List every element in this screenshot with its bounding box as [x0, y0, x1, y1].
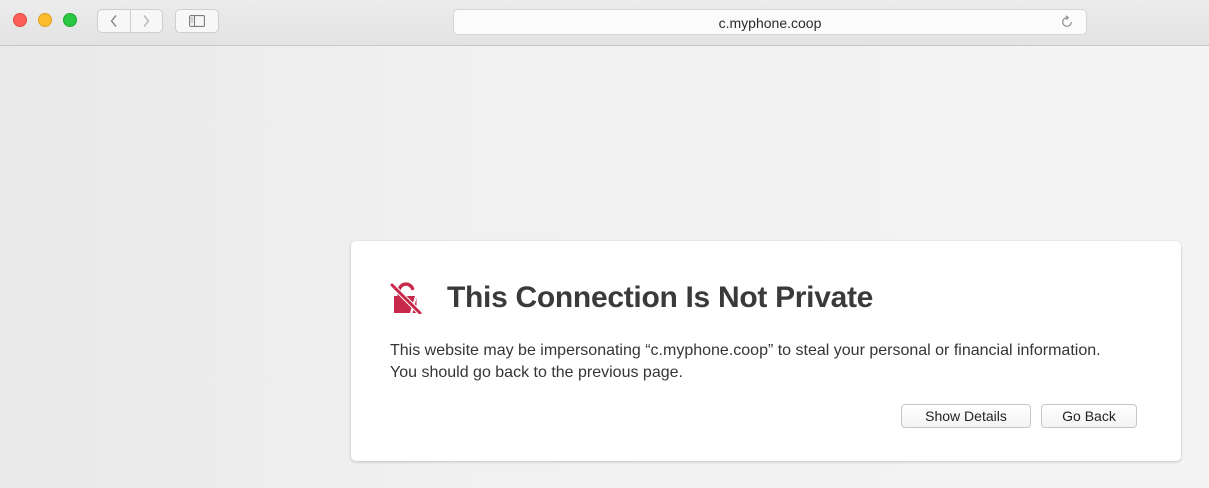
address-url[interactable]: c.myphone.coop [454, 15, 1086, 31]
go-back-button[interactable]: Go Back [1041, 404, 1137, 428]
reload-icon[interactable] [1060, 15, 1074, 29]
warning-title: This Connection Is Not Private [447, 281, 874, 314]
toolbar: c.myphone.coop [0, 0, 1209, 46]
broken-lock-icon [389, 282, 423, 314]
address-bar[interactable]: c.myphone.coop [453, 9, 1087, 35]
navigation-buttons [97, 9, 163, 33]
not-private-warning-dialog: This Connection Is Not Private This webs… [351, 241, 1181, 461]
show-sidebar-button[interactable] [175, 9, 219, 33]
close-window-button[interactable] [13, 13, 27, 27]
show-details-button[interactable]: Show Details [901, 404, 1031, 428]
chevron-left-icon [110, 15, 117, 27]
forward-button[interactable] [129, 10, 163, 32]
back-button[interactable] [98, 10, 130, 32]
chevron-right-icon [143, 15, 150, 27]
warning-message: This website may be impersonating “c.myp… [390, 342, 1101, 381]
sidebar-icon [189, 15, 205, 27]
browser-window: c.myphone.coop This Connection Is Not Pr… [0, 0, 1209, 488]
maximize-window-button[interactable] [63, 13, 77, 27]
minimize-window-button[interactable] [38, 13, 52, 27]
